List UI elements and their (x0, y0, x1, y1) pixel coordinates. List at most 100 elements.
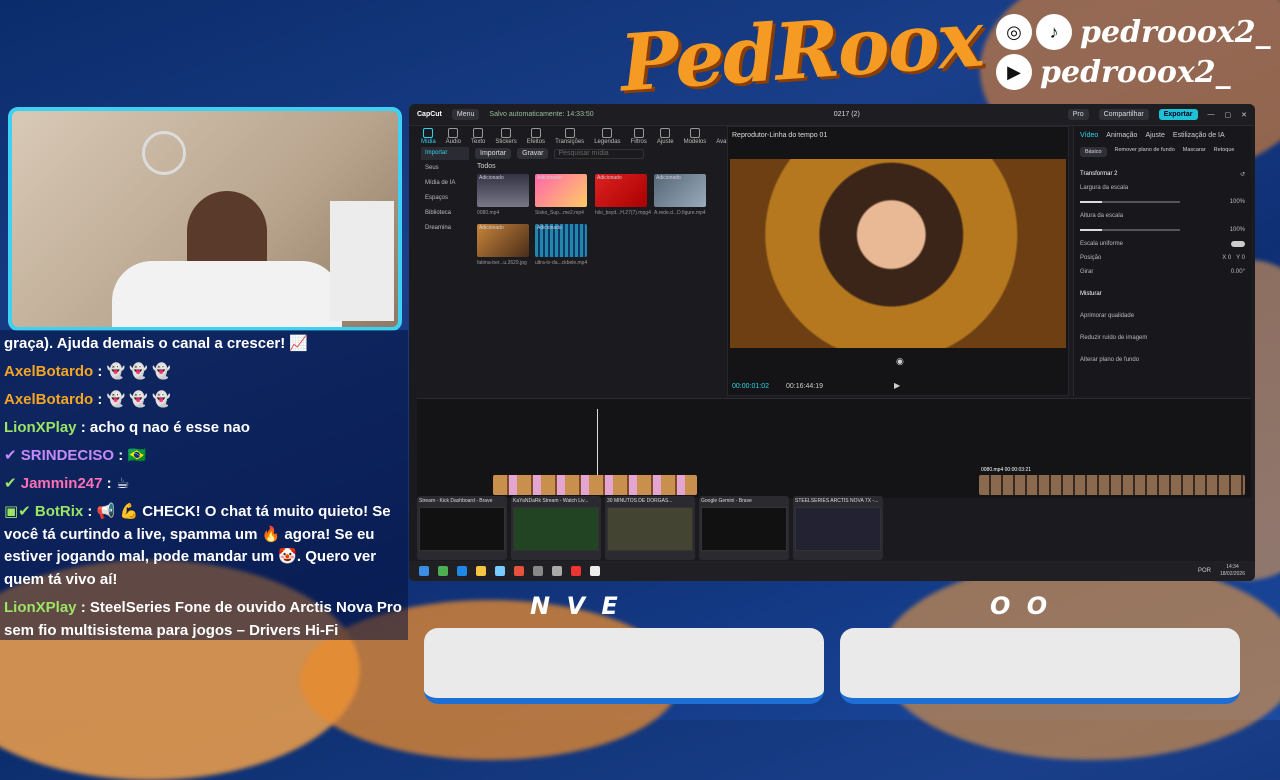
check-icon: ✔ (4, 447, 21, 464)
project-name: 0217 (2) (833, 111, 860, 118)
app-logo: CapCut (417, 111, 442, 118)
tab-ai-style[interactable]: Estilização de IA (1173, 132, 1225, 139)
sidebar-item-yours[interactable]: Seus (421, 162, 469, 175)
uniform-scale-label: Escala uniforme (1080, 241, 1124, 247)
tool-stickers[interactable]: Stickers (495, 128, 517, 145)
clock[interactable]: 14:34 18/02/2026 (1220, 564, 1245, 578)
scale-height-value[interactable]: 100% (1230, 227, 1245, 233)
subtab-basic[interactable]: Básico (1080, 147, 1107, 157)
media-thumb[interactable]: Adicionado hilo_bsyd...H.27(7).mpg4 (595, 174, 651, 216)
timeline-clip[interactable]: 0080.mp4 00:00:03:21 (979, 467, 1245, 495)
brave-icon[interactable] (514, 566, 524, 576)
capcut-icon[interactable] (590, 566, 600, 576)
scale-height-label: Altura da escala (1080, 213, 1124, 219)
sidebar-item-spaces[interactable]: Espaços (421, 192, 469, 205)
rotate-value[interactable]: 0.00° (1231, 269, 1245, 275)
tab-adjust[interactable]: Ajuste (1145, 132, 1164, 139)
preview-frame[interactable] (730, 159, 1066, 348)
close-icon[interactable]: ✕ (1241, 111, 1247, 119)
task-preview[interactable]: Google Gemini - Brave (699, 496, 789, 560)
blend-label[interactable]: Misturar (1080, 291, 1102, 297)
position-label: Posição (1080, 255, 1102, 261)
scale-width-value[interactable]: 100% (1230, 199, 1245, 205)
scale-height-slider[interactable] (1080, 229, 1180, 231)
noise-label[interactable]: Reduzir ruído de imagem (1080, 335, 1147, 341)
instagram-icon: ◎ (996, 14, 1032, 50)
anchor-icon[interactable]: ◉ (896, 356, 904, 367)
task-preview[interactable]: STEELSERIES ARCTIS NOVA 7X -... (793, 496, 883, 560)
task-preview[interactable]: Stream - Kick Dashboard - Brave (417, 496, 507, 560)
edge-icon[interactable] (457, 566, 467, 576)
chat-message: ✔ SRINDECISO : 🇧🇷 (4, 447, 147, 464)
social-handle: pedrooox2_ (1080, 14, 1271, 50)
tool-templates[interactable]: Modelos (684, 128, 706, 145)
pro-button[interactable]: Pro (1067, 109, 1089, 120)
minimize-icon[interactable]: — (1208, 111, 1215, 118)
tab-animation[interactable]: Animação (1106, 132, 1137, 139)
export-button[interactable]: Exportar (1158, 109, 1198, 120)
overlay-box-left (424, 628, 824, 704)
sidebar-item-import[interactable]: Importar (421, 147, 469, 160)
total-timecode: 00:16:44:19 (786, 383, 823, 390)
bot-badge-icon: ▣✔ (4, 503, 35, 520)
tool-audio[interactable]: Áudio (446, 128, 461, 145)
sidebar-item-dreamina[interactable]: Dreamina (421, 222, 469, 235)
reset-icon[interactable]: ↺ (1240, 171, 1245, 178)
task-preview[interactable]: 30 MINUTOS DE DORGAS... (605, 496, 695, 560)
subtab-mask[interactable]: Mascarar (1183, 147, 1206, 157)
menu-button[interactable]: Menu (451, 109, 480, 120)
windows-start-icon[interactable] (419, 566, 429, 576)
media-thumb[interactable]: Adicionado 0080.mp4 (477, 174, 529, 216)
timeline: 0080.mp4 00:00:03:21 (417, 398, 1251, 498)
maximize-icon[interactable]: ▢ (1225, 111, 1232, 119)
tool-filters[interactable]: Filtros (631, 128, 647, 145)
media-thumb[interactable]: Adicionado Sisko_Sup...me2.mp4 (535, 174, 587, 216)
tool-text[interactable]: Texto (471, 128, 485, 145)
sidebar-item-library[interactable]: Biblioteca (421, 207, 469, 220)
chat-message: AxelBotardo : 👻 👻 👻 (4, 391, 171, 408)
social-row-1: ◎ ♪ pedrooox2_ (996, 14, 1271, 50)
enhance-label[interactable]: Aprimorar qualidade (1080, 313, 1134, 319)
scale-width-label: Largura da escala (1080, 185, 1129, 191)
media-thumb[interactable]: Adicionado ultra-tv-da...ckbele.mp4 (535, 224, 587, 266)
media-thumb[interactable]: Adicionado fatima-ber...u.2629.jpg (477, 224, 529, 266)
subtab-retouch[interactable]: Retoque (1214, 147, 1235, 157)
streamer-shirt (112, 261, 342, 327)
youtube-icon: ▶ (996, 54, 1032, 90)
record-button[interactable]: Gravar (517, 148, 549, 159)
timeline-clip[interactable] (493, 475, 697, 495)
uniform-scale-toggle[interactable] (1231, 241, 1245, 247)
rotate-label: Girar (1080, 269, 1094, 275)
media-thumb[interactable]: Adicionado A.rede.d...D.figure.mp4 (654, 174, 706, 216)
subtab-remove-bg[interactable]: Remover plano de fundo (1115, 147, 1175, 157)
import-button[interactable]: Importar (475, 148, 512, 159)
library-filter-label: Todos (477, 163, 496, 170)
chrome-icon[interactable] (438, 566, 448, 576)
social-row-2: ▶ pedrooox2_ (996, 54, 1231, 90)
task-preview[interactable]: KaYaNDaRk Stream - Watch Liv... (511, 496, 601, 560)
background-label[interactable]: Alterar plano de fundo (1080, 357, 1139, 363)
tool-adjust[interactable]: Ajuste (657, 128, 674, 145)
tool-transitions[interactable]: Transições (555, 128, 584, 145)
tool-captions[interactable]: Legendas (594, 128, 621, 145)
overlay-letters-right: O O (990, 592, 1052, 620)
overlay-letters-left: N V E (530, 592, 622, 620)
app-icon[interactable] (571, 566, 581, 576)
tab-video[interactable]: Vídeo (1080, 132, 1098, 139)
taskbar-previews: Stream - Kick Dashboard - Brave KaYaNDaR… (417, 496, 897, 560)
app-icon[interactable] (533, 566, 543, 576)
share-button[interactable]: Compartilhar (1098, 109, 1149, 120)
sidebar-item-ai-media[interactable]: Mídia de IA (421, 177, 469, 190)
scale-width-slider[interactable] (1080, 201, 1180, 203)
webcam-feed (8, 107, 402, 331)
tool-media[interactable]: Mídia (421, 128, 436, 145)
lang-indicator[interactable]: POR (1198, 568, 1211, 574)
play-icon[interactable]: ▶ (894, 381, 900, 390)
tool-effects[interactable]: Efeitos (527, 128, 545, 145)
media-library: Importar Gravar Pesquisar mídia Todos Ad… (473, 146, 723, 394)
video-player: Reprodutor-Linha do tempo 01 ◉ 00:00:01:… (727, 126, 1069, 396)
folder-icon[interactable] (476, 566, 486, 576)
media-search-input[interactable]: Pesquisar mídia (554, 148, 645, 159)
store-icon[interactable] (495, 566, 505, 576)
app-icon[interactable] (552, 566, 562, 576)
